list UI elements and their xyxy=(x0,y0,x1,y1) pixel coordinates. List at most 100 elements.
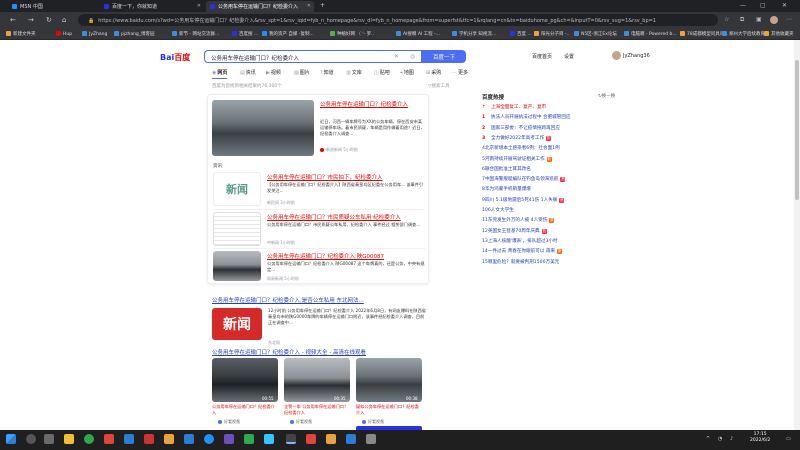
home-icon[interactable]: ⌂ xyxy=(62,16,66,24)
xinwen-red-image[interactable]: 新闻 xyxy=(212,308,262,340)
bookmark-item[interactable]: 郑州大学后续教育... xyxy=(722,31,769,37)
bookmark-item[interactable]: 学机分享 知视流... xyxy=(452,31,496,37)
star-icon[interactable]: ☆ xyxy=(724,16,729,23)
back-icon[interactable]: ← xyxy=(10,16,16,24)
bookmark-item[interactable]: 百度 ... xyxy=(510,31,532,37)
taskbar-clock[interactable]: 17:15 2022/6/2 xyxy=(750,432,770,444)
user-avatar[interactable] xyxy=(612,51,621,60)
news-item-title[interactable]: 公务用车停在运输门口？市民质疑公车私用 纪检委介入 xyxy=(267,213,425,221)
news-item-title[interactable]: 公务用车停在运输门口？纪检委介入 陕G00087 xyxy=(267,252,425,260)
hot-list-item[interactable]: 106人女大学生 xyxy=(482,207,514,213)
bookmark-item[interactable]: pjzhang_博客园 xyxy=(114,31,155,37)
profile-avatar[interactable] xyxy=(770,16,778,24)
minimize-icon[interactable]: — xyxy=(740,2,746,9)
video-result-title[interactable]: 公务用车停在运输门口？纪检委介入 - 视频大全 - 高清在线观看 xyxy=(212,348,434,356)
tab-active-search[interactable]: 公务用车停在运输门口？纪检委介入 ✕ xyxy=(206,1,314,12)
volume-icon[interactable]: ♪ xyxy=(730,436,733,442)
username[interactable]: JyZhang36 xyxy=(623,53,650,59)
hot-list-item[interactable]: 7中国海警舰艇编队在钓鱼岛领海巡航热 xyxy=(482,176,566,183)
maximize-icon[interactable]: ▢ xyxy=(760,2,766,9)
hot-list-item[interactable]: 4北京新增本土感染者6例：社会面1例 xyxy=(482,145,560,151)
bookmark-folder-other[interactable]: 其他收藏夹 xyxy=(764,31,794,37)
bookmark-item[interactable]: 种植好网 （ '- 罗.. xyxy=(330,31,374,37)
extensions-icon[interactable]: ⧉ xyxy=(740,16,744,24)
tab-images[interactable]: ▨图片 xyxy=(294,69,310,76)
video-caption[interactable]: 全警一车 公务用车停在运输门口？纪检委介入 xyxy=(284,404,350,415)
file-explorer-icon[interactable] xyxy=(64,434,74,444)
bookmark-item[interactable]: 我的资产 自媒 -复制... xyxy=(262,31,314,37)
app-icon[interactable] xyxy=(306,434,316,444)
chrome-icon[interactable] xyxy=(84,434,94,444)
news-top-title[interactable]: 公务用车停在运输门口？纪检委介入 xyxy=(320,100,425,108)
edge-icon[interactable] xyxy=(204,434,214,444)
tab-news[interactable]: ▤资讯 xyxy=(240,69,256,76)
tab-zhidao[interactable]: ?知道 xyxy=(320,69,334,76)
search-button[interactable]: 百度一下 xyxy=(422,50,466,63)
news-image-cars[interactable] xyxy=(212,100,314,156)
tab-msn[interactable]: MSN 中国 xyxy=(8,1,98,12)
hot-list-item[interactable]: 9四川 5.1级地震后5死41伤 1人失联热 xyxy=(482,197,565,203)
search-input[interactable]: 公务用车停在运输门口？纪检委介入 xyxy=(204,50,422,63)
scrollbar-thumb[interactable] xyxy=(795,60,799,200)
bookmark-item[interactable]: 新建文件夹 xyxy=(6,31,36,37)
document-image[interactable] xyxy=(213,212,261,246)
bookmark-item[interactable]: Hup xyxy=(56,31,72,37)
app-icon[interactable] xyxy=(124,434,134,444)
close-window-icon[interactable]: ✕ xyxy=(782,2,787,9)
collections-icon[interactable]: ▣ xyxy=(756,16,762,23)
hot-list-item[interactable]: 13上海人核酸'爆表'，排队超过3小时 xyxy=(482,238,558,244)
bookmark-item[interactable]: 阳光分子目 -.. xyxy=(534,31,569,37)
baidu-home-link[interactable]: 百度首页 xyxy=(532,53,552,60)
bookmark-item[interactable]: JyZhang xyxy=(82,31,107,37)
notification-icon[interactable]: ▭ xyxy=(786,436,791,442)
more-menu-icon[interactable]: ⋯ xyxy=(786,16,792,23)
hot-list-item[interactable]: 11东莞发生外万的人被 4人受伤新 xyxy=(482,217,555,224)
tab-wenku[interactable]: ▥文库 xyxy=(346,69,362,76)
tab-baidu-home[interactable]: 百度一下，你就知道 ✕ xyxy=(100,1,204,12)
app-icon[interactable] xyxy=(144,434,154,444)
tab-caigou[interactable]: ⊞采购 xyxy=(426,69,441,76)
tray-arrow-icon[interactable]: ^ xyxy=(706,436,710,442)
task-view-icon[interactable] xyxy=(44,434,54,444)
app-icon[interactable] xyxy=(264,434,274,444)
news-image-car[interactable] xyxy=(213,251,261,281)
app-icon[interactable] xyxy=(366,434,376,444)
hot-refresh-button[interactable]: ↻换一换 xyxy=(598,93,615,99)
url-input[interactable]: 🔒 https://www.baidu.com/s?wd=公务用车停在运输门口？纪… xyxy=(78,14,718,26)
hot-list-item[interactable]: 15哪里危险？就要被判刑1500万美元 xyxy=(482,259,559,265)
result-title[interactable]: 公务用车停在运输门口？纪检委介入,是否公车私用 东北网法... xyxy=(212,296,434,304)
hot-list-item[interactable]: ⇡ 上海全面复工、复产、复市 xyxy=(482,104,546,110)
tab-tieba[interactable]: ◫贴吧 xyxy=(374,69,390,76)
network-icon[interactable]: ◔ xyxy=(718,436,722,442)
hot-list-item[interactable]: 5河南持续开展驾驶证相关工作新 xyxy=(482,156,552,162)
app-icon[interactable] xyxy=(346,434,356,444)
close-icon[interactable]: ✕ xyxy=(197,3,201,9)
tab-more[interactable]: ⋯更多 xyxy=(452,69,468,76)
settings-link[interactable]: 设置 xyxy=(564,53,574,60)
clear-icon[interactable]: ✕ xyxy=(394,53,399,60)
video-caption[interactable]: 疑似公务车停在运输门口？纪检委介入 xyxy=(356,404,422,415)
app-icon[interactable] xyxy=(326,434,336,444)
app-icon[interactable] xyxy=(184,434,194,444)
bookmark-item[interactable]: 百度搜 ... xyxy=(232,31,258,37)
hot-list-item[interactable]: 1 执法人员开展执法过程中 合肥城管回应 xyxy=(482,114,571,120)
hot-list-item[interactable]: 3 全力做好2022年高考工作热 xyxy=(482,135,552,141)
baidu-logo[interactable]: Bai百度 xyxy=(160,52,190,63)
app-icon[interactable] xyxy=(224,434,234,444)
windows-start-icon[interactable] xyxy=(6,434,16,444)
bookmark-item[interactable]: 新节 - 网站交流群... xyxy=(172,31,219,37)
tab-video[interactable]: ▶视频 xyxy=(266,69,281,76)
app-icon[interactable] xyxy=(164,434,174,444)
hot-list-item[interactable]: 14一件过去 青春在你眼前可以 再来新 xyxy=(482,248,563,255)
xinwen-logo-image[interactable]: 新闻 xyxy=(213,172,261,206)
close-icon[interactable]: ✕ xyxy=(307,3,311,9)
search-icon[interactable] xyxy=(26,434,36,444)
video-caption[interactable]: 公务用车停在运输门口？纪检委介入 xyxy=(212,404,278,415)
tab-map[interactable]: ⌖地图 xyxy=(400,69,414,76)
tab-web[interactable]: ◉网页 xyxy=(212,69,228,79)
bookmark-item[interactable]: N5区-浙江Ex论坛 xyxy=(574,31,617,37)
bookmark-item[interactable]: 电脑哪 - Powered b... xyxy=(624,31,677,37)
bookmark-item[interactable]: AI搜哪 AI 工程 -... xyxy=(396,31,440,37)
refresh-icon[interactable]: ↻ xyxy=(46,16,52,24)
forward-icon[interactable]: → xyxy=(28,16,34,24)
